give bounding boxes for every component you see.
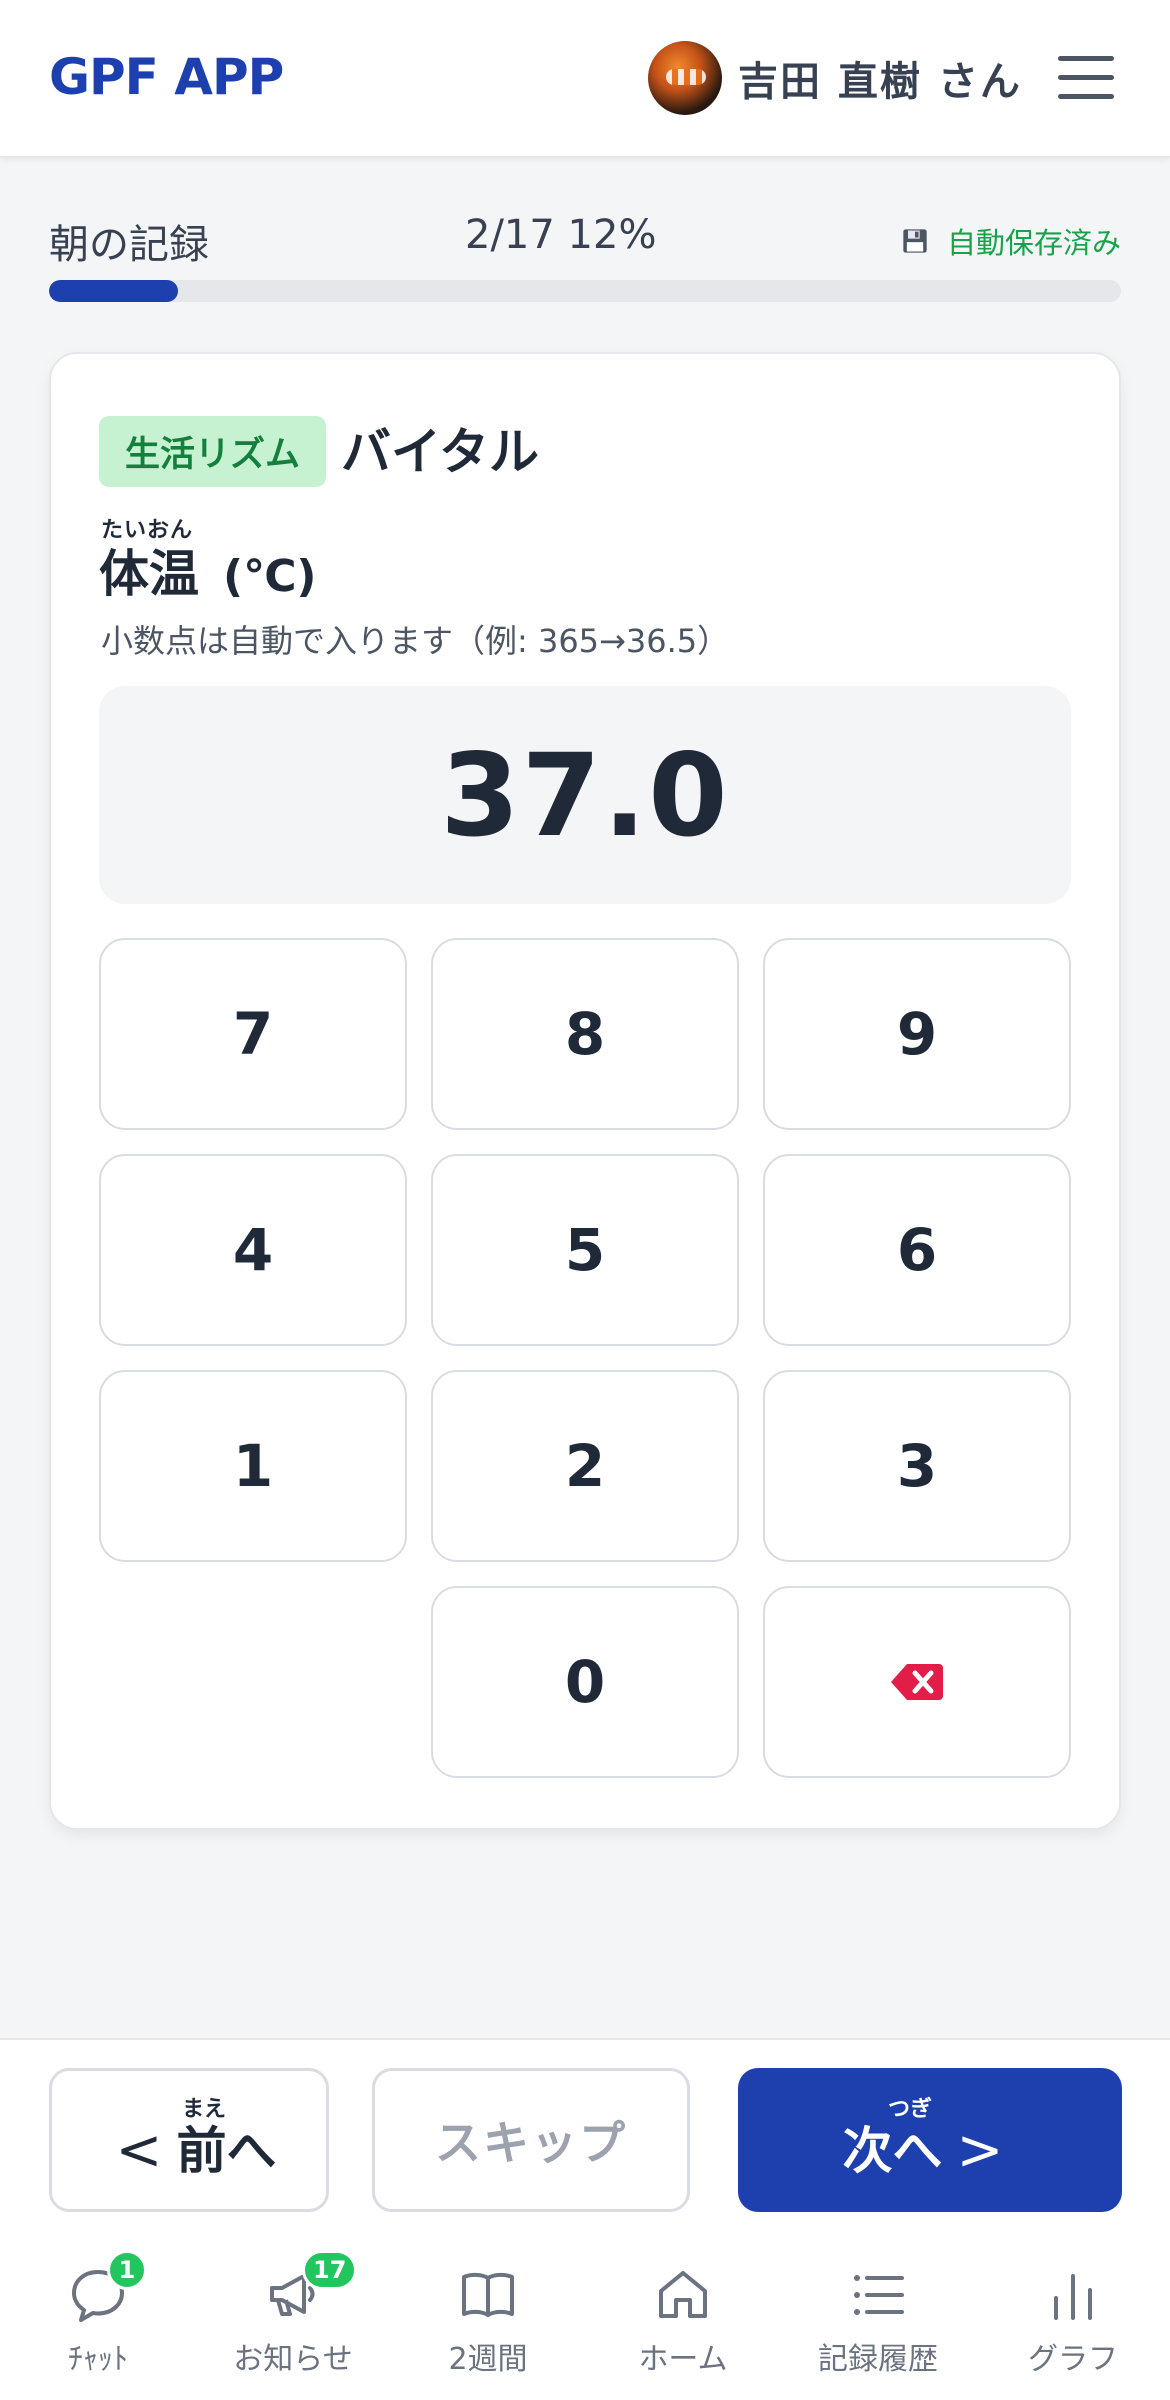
record-session-label: 朝の記録 xyxy=(49,222,209,268)
home-icon xyxy=(659,2271,707,2318)
bottom-nav: 1 ﾁｬｯﾄ 17 お知らせ 2週間 ホーム 記録履歴 グラフ xyxy=(0,2236,1170,2400)
key-1[interactable]: 1 xyxy=(99,1370,407,1562)
chevron-left-icon: < xyxy=(115,2118,163,2183)
app-logo[interactable]: GPF APP xyxy=(49,48,284,106)
category-title: バイタル xyxy=(341,423,539,481)
prev-button[interactable]: まえ < 前へ xyxy=(49,2068,329,2212)
nav-label-news: お知らせ xyxy=(233,2342,353,2377)
key-5[interactable]: 5 xyxy=(431,1154,739,1346)
news-badge: 17 xyxy=(302,2250,358,2290)
key-9[interactable]: 9 xyxy=(763,938,1071,1130)
autosave-status: 自動保存済み xyxy=(901,220,1121,262)
progress-bar xyxy=(49,280,1121,302)
prev-ruby: まえ xyxy=(181,2097,226,2122)
skip-button[interactable]: スキップ xyxy=(372,2068,690,2212)
key-4[interactable]: 4 xyxy=(99,1154,407,1346)
avatar[interactable] xyxy=(648,41,722,115)
key-6[interactable]: 6 xyxy=(763,1154,1071,1346)
bar-chart-icon xyxy=(1054,2274,1092,2320)
autosave-text: 自動保存済み xyxy=(946,226,1121,260)
nav-item-graph[interactable]: グラフ xyxy=(983,2266,1163,2386)
progress-bar-fill xyxy=(49,280,178,302)
category-badge: 生活リズム xyxy=(99,416,327,487)
question-title: 体温 (℃) xyxy=(99,534,317,606)
list-icon xyxy=(854,2275,904,2315)
backspace-button[interactable] xyxy=(763,1586,1071,1778)
nav-item-history[interactable]: 記録履歴 xyxy=(788,2266,968,2386)
nav-item-news[interactable]: 17 お知らせ xyxy=(203,2250,383,2386)
user-name: 吉田 直樹 さん xyxy=(738,59,1022,105)
nav-item-home[interactable]: ホーム xyxy=(593,2266,773,2386)
chat-badge: 1 xyxy=(107,2250,147,2290)
nav-label-graph: グラフ xyxy=(1028,2342,1118,2377)
nav-item-chat[interactable]: 1 ﾁｬｯﾄ xyxy=(8,2250,188,2386)
next-ruby: つぎ xyxy=(887,2097,932,2122)
backspace-icon xyxy=(891,1664,943,1700)
question-title-text: 体温 xyxy=(99,545,199,603)
floppy-disk-icon xyxy=(903,229,927,253)
key-0[interactable]: 0 xyxy=(431,1586,739,1778)
next-button[interactable]: つぎ 次へ > xyxy=(738,2068,1122,2212)
action-bar: まえ < 前へ スキップ つぎ 次へ > xyxy=(0,2038,1170,2236)
input-hint: 小数点は自動で入ります（例: 365→36.5） xyxy=(101,622,730,660)
prev-label: 前へ xyxy=(176,2122,277,2180)
app-header: GPF APP 吉田 直樹 さん xyxy=(0,0,1170,158)
progress-count: 2/17 12% xyxy=(465,212,657,258)
question-card: 生活リズム バイタル たいおん 体温 (℃) 小数点は自動で入ります（例: 365… xyxy=(49,352,1121,1830)
nav-label-history: 記録履歴 xyxy=(818,2342,938,2377)
key-7[interactable]: 7 xyxy=(99,938,407,1130)
user-profile[interactable]: 吉田 直樹 さん xyxy=(648,41,1022,115)
key-2[interactable]: 2 xyxy=(431,1370,739,1562)
nav-label-two-weeks: 2週間 xyxy=(448,2342,528,2377)
value-display: 37.0 xyxy=(99,686,1071,904)
question-unit: (℃) xyxy=(223,551,317,602)
key-8[interactable]: 8 xyxy=(431,938,739,1130)
nav-label-chat: ﾁｬｯﾄ xyxy=(68,2342,128,2377)
hamburger-menu-icon[interactable] xyxy=(1058,56,1114,100)
nav-item-two-weeks[interactable]: 2週間 xyxy=(398,2266,578,2386)
chevron-right-icon: > xyxy=(956,2118,1004,2183)
key-3[interactable]: 3 xyxy=(763,1370,1071,1562)
next-label: 次へ xyxy=(842,2122,943,2180)
book-icon xyxy=(462,2272,514,2317)
nav-label-home: ホーム xyxy=(638,2342,728,2377)
